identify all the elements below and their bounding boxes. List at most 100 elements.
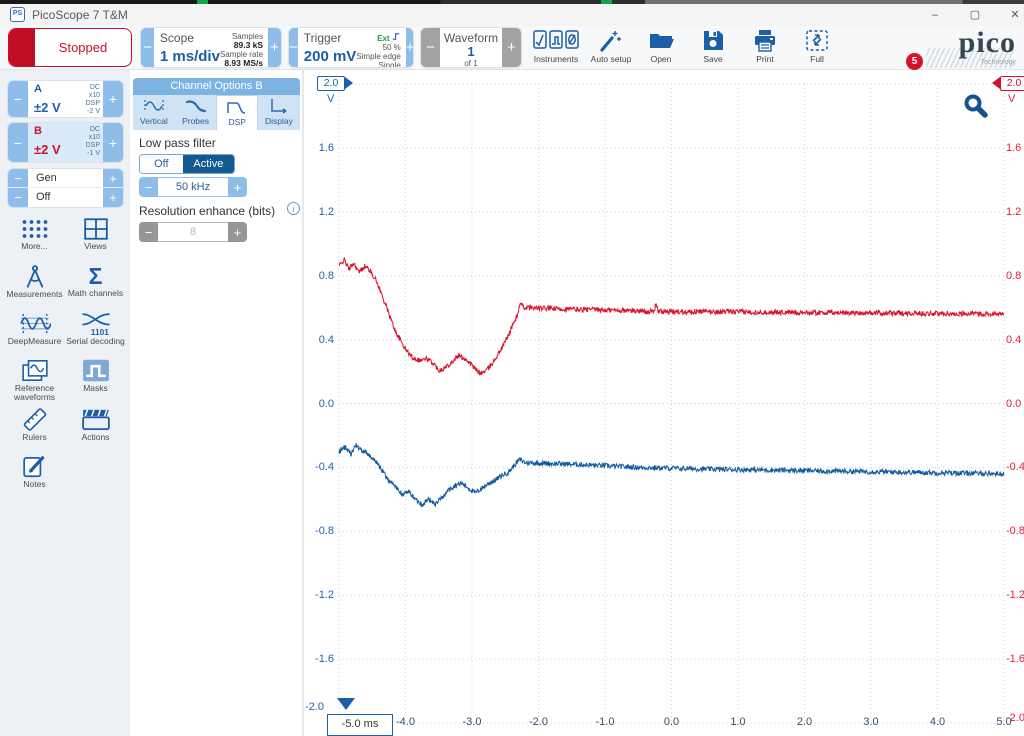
full-label: Full [810, 54, 824, 64]
gen-increase-button[interactable]: + [103, 169, 123, 187]
print-button[interactable]: Print [740, 29, 790, 69]
channel-a-probe: x10 [86, 92, 100, 100]
resolution-increase-button[interactable]: + [228, 222, 247, 242]
low-pass-off-option[interactable]: Off [140, 155, 183, 173]
samples-value: 89.3 kS [220, 41, 263, 50]
trigger-level-value[interactable]: 200 mV [304, 48, 357, 65]
channel-options-tabs: Vertical Probes DSP Display [133, 95, 300, 130]
stop-indicator [9, 29, 35, 66]
tab-vertical-label: Vertical [140, 116, 168, 126]
measurements-button[interactable]: Measurements [4, 264, 65, 306]
y-axis-label-right: 0.4 [1006, 334, 1021, 346]
open-folder-icon [648, 29, 674, 52]
serial-decoding-icon: 1101 [80, 311, 112, 336]
waveform-next-button[interactable]: + [502, 28, 521, 67]
left-axis-top-value[interactable]: 2.0 [317, 76, 345, 91]
math-channels-button[interactable]: Σ Math channels [65, 264, 126, 306]
print-label: Print [756, 54, 773, 64]
more-label: More... [21, 242, 47, 251]
views-label: Views [84, 242, 107, 251]
tab-vertical[interactable]: Vertical [133, 95, 175, 130]
gen-off-increase-button[interactable]: + [103, 188, 123, 207]
channel-a-offset: -2 V [86, 108, 100, 116]
info-icon[interactable]: i [287, 202, 300, 215]
right-axis-unit: V [1008, 93, 1015, 105]
deepmeasure-button[interactable]: DeepMeasure [4, 311, 65, 353]
print-icon [753, 29, 777, 52]
waveform-label: Waveform [444, 31, 498, 45]
frequency-decrease-button[interactable]: − [139, 177, 158, 197]
gen-off-decrease-button[interactable]: − [8, 188, 28, 207]
more-icon [21, 217, 49, 241]
notes-button[interactable]: Notes [4, 454, 65, 496]
more-button[interactable]: More... [4, 217, 65, 259]
display-tab-icon [268, 98, 290, 114]
full-screen-button[interactable]: Full [792, 29, 842, 69]
minimize-button[interactable]: – [920, 6, 950, 24]
trigger-block: − Trigger 200 mV Ext 50 % Simple edge Si… [288, 27, 414, 68]
channel-a-card[interactable]: − A ±2 V DC x10 DSP -2 V + [7, 80, 124, 118]
trigger-position-marker[interactable] [337, 698, 355, 710]
views-button[interactable]: Views [65, 217, 126, 259]
channel-b-increase-button[interactable]: + [103, 123, 123, 162]
auto-setup-button[interactable]: Auto setup [586, 29, 636, 69]
channel-a-increase-button[interactable]: + [103, 81, 123, 117]
resolution-decrease-button[interactable]: − [139, 222, 158, 242]
gen-decrease-button[interactable]: − [8, 169, 28, 187]
instruments-button[interactable]: Instruments [531, 29, 581, 69]
stopped-label: Stopped [35, 29, 131, 66]
reference-waveforms-button[interactable]: Reference waveforms [4, 358, 65, 402]
channel-options-title[interactable]: Channel Options B [133, 78, 300, 95]
probes-tab-icon [185, 98, 207, 114]
channel-a-name: A [34, 83, 61, 95]
timebase-value[interactable]: 1 ms/div [160, 48, 220, 65]
actions-button[interactable]: Actions [65, 407, 126, 449]
scope-increase-button[interactable]: + [268, 28, 281, 67]
trigger-label[interactable]: Trigger [304, 31, 357, 45]
y-axis-label-right: 0.8 [1006, 270, 1021, 282]
x-axis-label: -2.0 [517, 716, 561, 728]
open-button[interactable]: Open [636, 29, 686, 69]
gen-label[interactable]: Gen [28, 169, 103, 187]
channel-a-decrease-button[interactable]: − [8, 81, 28, 117]
tab-display[interactable]: Display [258, 95, 300, 130]
titlebar: PS PicoScope 7 T&M – ▢ ✕ [0, 4, 1024, 26]
channel-b-decrease-button[interactable]: − [8, 123, 28, 162]
trigger-decrease-button[interactable]: − [289, 28, 298, 67]
resolution-value[interactable]: 8 [158, 222, 228, 242]
open-label: Open [651, 54, 672, 64]
scope-display[interactable]: 2.0 V 2.0 V -2.0 -5.0 ms 1.61.61.21.20.8… [303, 70, 1024, 736]
scope-label[interactable]: Scope [160, 31, 220, 45]
right-axis-top-value[interactable]: 2.0 [1000, 76, 1024, 91]
scope-decrease-button[interactable]: − [141, 28, 154, 67]
close-button[interactable]: ✕ [1000, 6, 1024, 24]
channel-a-range: ±2 V [34, 100, 61, 115]
tab-dsp[interactable]: DSP [216, 95, 258, 130]
auto-setup-label: Auto setup [591, 54, 632, 64]
rulers-button[interactable]: Rulers [4, 407, 65, 449]
y-axis-label-right: -0.4 [1006, 461, 1024, 473]
y-axis-label-right: -1.2 [1006, 589, 1024, 601]
waveform-number: 1 [467, 45, 474, 59]
zoom-magnifier-icon[interactable] [962, 92, 990, 120]
channel-b-card[interactable]: − B ±2 V DC x10 DSP -1 V + [7, 122, 124, 163]
waveform-canvas[interactable] [304, 70, 1024, 736]
low-pass-active-option[interactable]: Active [183, 155, 234, 173]
frequency-value[interactable]: 50 kHz [158, 177, 228, 197]
gen-state[interactable]: Off [28, 188, 103, 207]
x-axis-label: 2.0 [783, 716, 827, 728]
actions-label: Actions [82, 433, 110, 442]
trigger-increase-button[interactable]: + [406, 28, 414, 67]
masks-button[interactable]: Masks [65, 358, 126, 402]
save-button[interactable]: Save [688, 29, 738, 69]
rising-edge-icon [392, 32, 401, 41]
frequency-increase-button[interactable]: + [228, 177, 247, 197]
serial-decoding-button[interactable]: 1101 Serial decoding [65, 311, 126, 353]
waveform-count: of 1 [464, 59, 477, 68]
low-pass-frequency-stepper: − 50 kHz + [139, 177, 247, 197]
waveform-previous-button[interactable]: − [421, 28, 440, 67]
start-stop-button[interactable]: Stopped [8, 28, 132, 67]
y-axis-label-left: -1.2 [304, 589, 334, 601]
tab-probes[interactable]: Probes [175, 95, 217, 130]
maximize-button[interactable]: ▢ [960, 6, 990, 24]
